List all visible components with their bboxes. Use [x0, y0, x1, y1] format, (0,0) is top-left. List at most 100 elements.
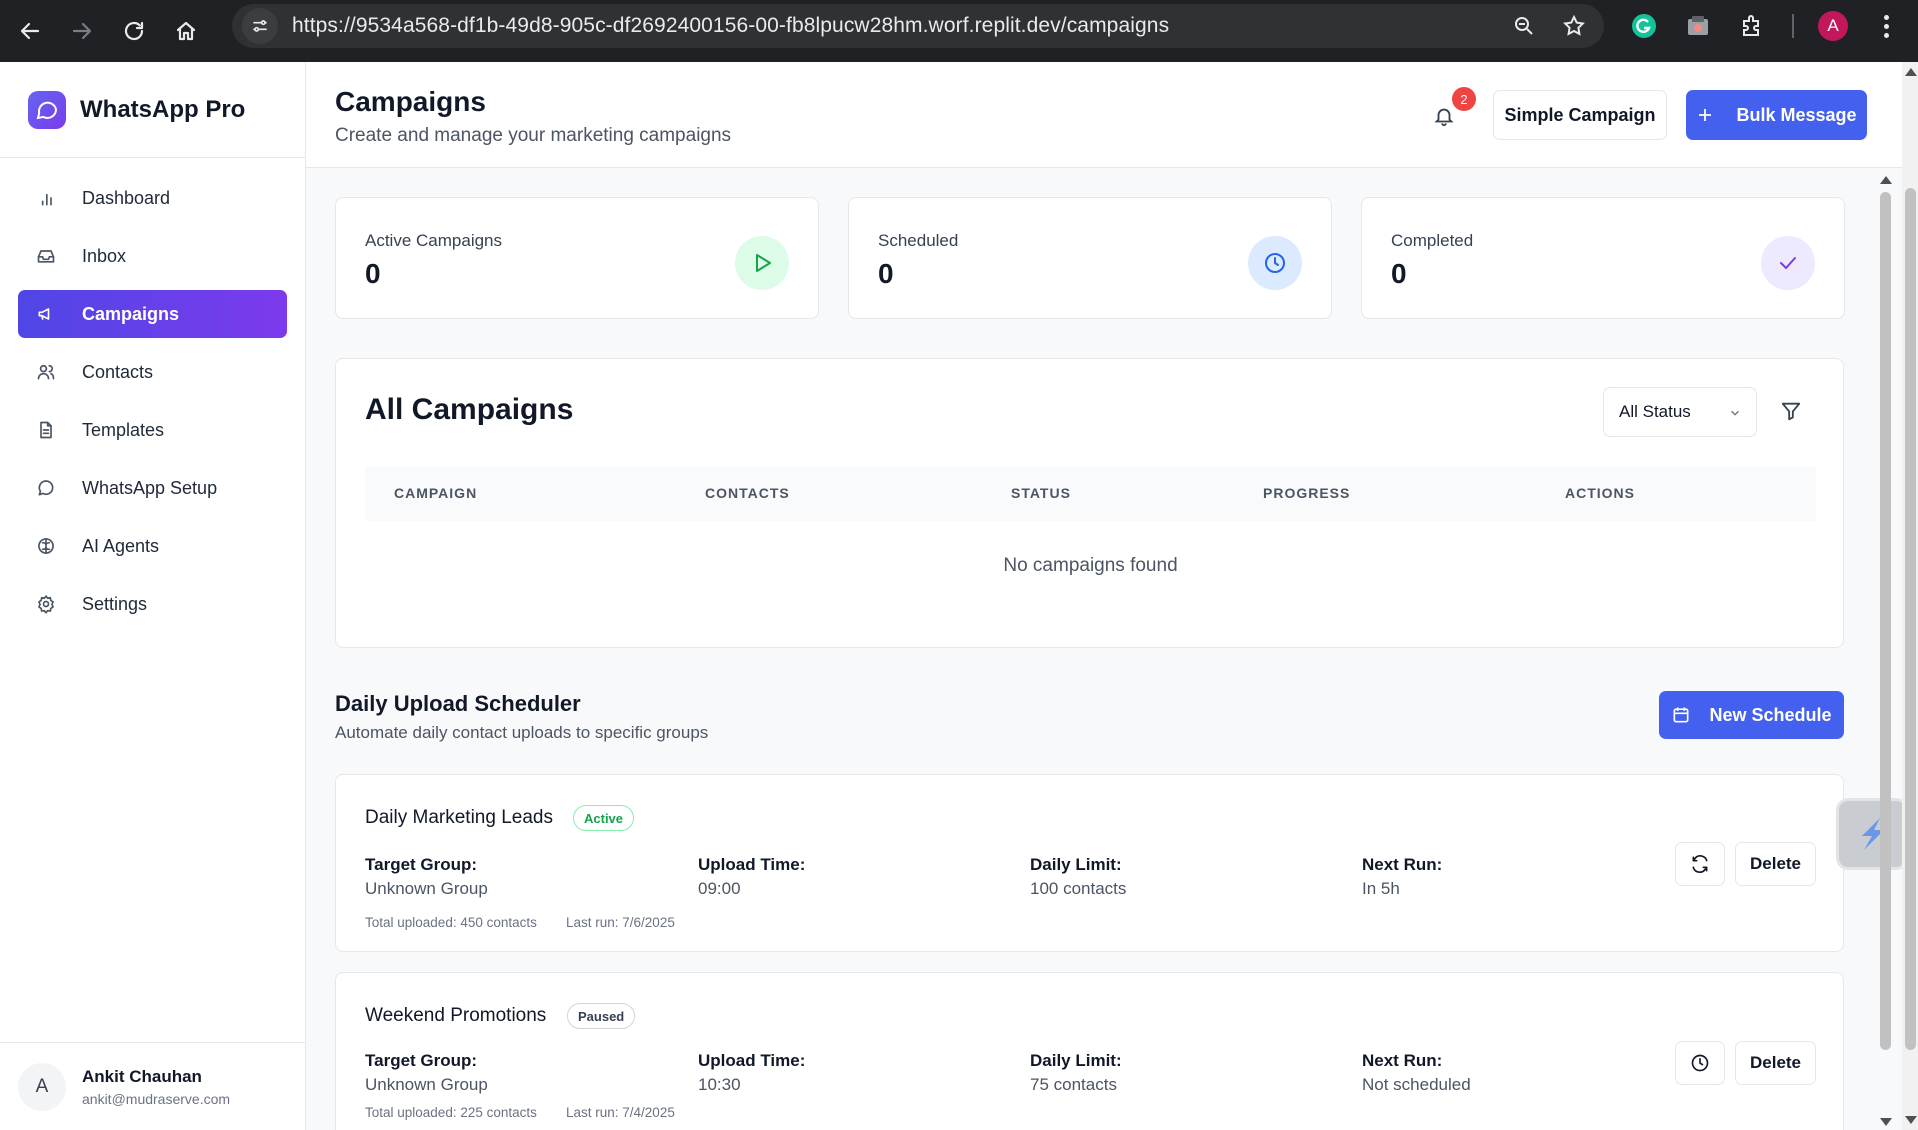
stat-label: Scheduled	[878, 231, 959, 250]
check-icon	[1761, 236, 1815, 290]
sidebar: WhatsApp Pro Dashboard Inbox Campaigns C…	[0, 62, 306, 1130]
arrow-right-icon	[72, 22, 92, 40]
next-run-value: Not scheduled	[1362, 1075, 1471, 1094]
schedule-card: Weekend Promotions Paused Target Group: …	[335, 972, 1844, 1130]
sidebar-nav: Dashboard Inbox Campaigns Contacts Templ…	[0, 158, 305, 628]
gear-icon	[38, 595, 54, 614]
bulk-message-button[interactable]: Bulk Message	[1686, 90, 1867, 140]
chevron-down-icon	[1731, 410, 1739, 416]
sidebar-item-label: AI Agents	[82, 535, 160, 556]
sidebar-item-label: Contacts	[82, 361, 154, 382]
stat-card-scheduled: Scheduled 0	[848, 197, 1332, 319]
sidebar-item-label: Inbox	[82, 245, 127, 266]
toolbar-divider	[1792, 14, 1794, 38]
sidebar-item-label: Settings	[82, 593, 148, 614]
play-icon	[735, 236, 789, 290]
sidebar-item-ai-agents[interactable]: AI Agents	[18, 522, 287, 570]
upload-time-value: 09:00	[698, 879, 741, 898]
browser-toolbar: https://9534a568-df1b-49d8-905c-df269240…	[0, 0, 1918, 62]
bell-icon	[1434, 108, 1454, 127]
whatsapp-logo-icon	[28, 90, 66, 129]
new-schedule-button[interactable]: New Schedule	[1659, 691, 1844, 739]
sidebar-item-dashboard[interactable]: Dashboard	[18, 174, 287, 222]
status-badge: Paused	[567, 1003, 636, 1029]
back-button[interactable]	[8, 9, 52, 53]
reload-button[interactable]	[112, 9, 156, 53]
brand: WhatsApp Pro	[0, 62, 305, 158]
extension-icon[interactable]	[1684, 9, 1712, 43]
sidebar-item-templates[interactable]: Templates	[18, 406, 287, 454]
target-group-label: Target Group:	[365, 855, 478, 874]
browser-menu-icon[interactable]	[1872, 12, 1900, 40]
all-campaigns-panel: All Campaigns All Status CAMPAIGN CONTAC…	[335, 358, 1844, 648]
user-profile[interactable]: A Ankit Chauhan ankit@mudraserve.com	[0, 1042, 305, 1130]
daily-limit-label: Daily Limit:	[1030, 855, 1122, 874]
filter-icon	[1781, 402, 1801, 421]
grammarly-extension-icon[interactable]	[1630, 9, 1658, 43]
run-now-button[interactable]	[1675, 842, 1725, 886]
bulk-message-label: Bulk Message	[1736, 104, 1857, 125]
scroll-up-arrow[interactable]	[1880, 176, 1892, 184]
status-filter-select[interactable]: All Status	[1603, 387, 1757, 437]
users-icon	[37, 364, 55, 380]
star-icon[interactable]	[1562, 14, 1586, 38]
table-header: CAMPAIGN CONTACTS STATUS PROGRESS ACTION…	[365, 467, 1816, 521]
column-header-progress[interactable]: PROGRESS	[1263, 485, 1350, 501]
column-header-contacts[interactable]: CONTACTS	[705, 485, 790, 501]
sidebar-item-label: Campaigns	[82, 303, 180, 324]
sidebar-item-inbox[interactable]: Inbox	[18, 232, 287, 280]
avatar: A	[18, 1062, 66, 1111]
sidebar-item-label: WhatsApp Setup	[82, 477, 218, 498]
calendar-icon	[1673, 707, 1689, 723]
url-text[interactable]: https://9534a568-df1b-49d8-905c-df269240…	[292, 14, 1169, 38]
address-bar[interactable]: https://9534a568-df1b-49d8-905c-df269240…	[232, 4, 1604, 48]
floating-assistant-button[interactable]	[1836, 798, 1908, 870]
home-icon	[176, 21, 196, 41]
scroll-up-arrow[interactable]	[1905, 68, 1917, 76]
home-button[interactable]	[164, 9, 208, 53]
scrollbar-thumb[interactable]	[1905, 188, 1916, 1050]
scheduler-title: Daily Upload Scheduler	[335, 691, 581, 716]
new-schedule-label: New Schedule	[1709, 704, 1832, 725]
clock-icon	[1248, 236, 1302, 290]
sidebar-item-campaigns[interactable]: Campaigns	[18, 290, 287, 338]
refresh-icon	[1692, 855, 1708, 873]
next-run-label: Next Run:	[1362, 855, 1443, 874]
scroll-down-arrow[interactable]	[1905, 1116, 1917, 1124]
column-header-status[interactable]: STATUS	[1011, 485, 1071, 501]
sidebar-item-contacts[interactable]: Contacts	[18, 348, 287, 396]
forward-button[interactable]	[60, 9, 104, 53]
scrollbar-thumb[interactable]	[1880, 192, 1891, 1050]
delete-button[interactable]: Delete	[1735, 842, 1816, 886]
zoom-icon[interactable]	[1512, 14, 1536, 38]
sidebar-item-label: Templates	[82, 419, 165, 440]
sidebar-item-settings[interactable]: Settings	[18, 580, 287, 628]
filter-button[interactable]	[1777, 397, 1805, 425]
column-header-campaign[interactable]: CAMPAIGN	[394, 485, 477, 501]
stat-label: Active Campaigns	[365, 231, 503, 250]
schedule-time-button[interactable]	[1675, 1041, 1725, 1085]
content-scrollbar[interactable]	[1878, 168, 1894, 1130]
page-header: Campaigns Create and manage your marketi…	[306, 62, 1902, 168]
delete-button[interactable]: Delete	[1735, 1041, 1816, 1085]
total-uploaded: Total uploaded: 225 contacts	[365, 1105, 537, 1120]
scroll-down-arrow[interactable]	[1880, 1118, 1892, 1126]
page-scrollbar[interactable]	[1902, 62, 1918, 1130]
sidebar-item-whatsapp-setup[interactable]: WhatsApp Setup	[18, 464, 287, 512]
megaphone-icon	[38, 308, 50, 320]
upload-time-value: 10:30	[698, 1075, 741, 1094]
schedule-name: Daily Marketing Leads	[365, 807, 553, 828]
reload-icon	[124, 21, 144, 41]
user-name: Ankit Chauhan	[82, 1066, 202, 1086]
upload-time-label: Upload Time:	[698, 1051, 806, 1070]
empty-state-text: No campaigns found	[1003, 555, 1178, 576]
profile-avatar[interactable]: A	[1818, 11, 1848, 41]
arrow-left-icon	[20, 22, 40, 40]
simple-campaign-button[interactable]: Simple Campaign	[1493, 90, 1667, 140]
last-run: Last run: 7/6/2025	[566, 915, 675, 930]
target-group-label: Target Group:	[365, 1051, 478, 1070]
last-run: Last run: 7/4/2025	[566, 1105, 675, 1120]
site-info-button[interactable]	[242, 8, 278, 44]
next-run-label: Next Run:	[1362, 1051, 1443, 1070]
puzzle-icon[interactable]	[1738, 9, 1766, 43]
